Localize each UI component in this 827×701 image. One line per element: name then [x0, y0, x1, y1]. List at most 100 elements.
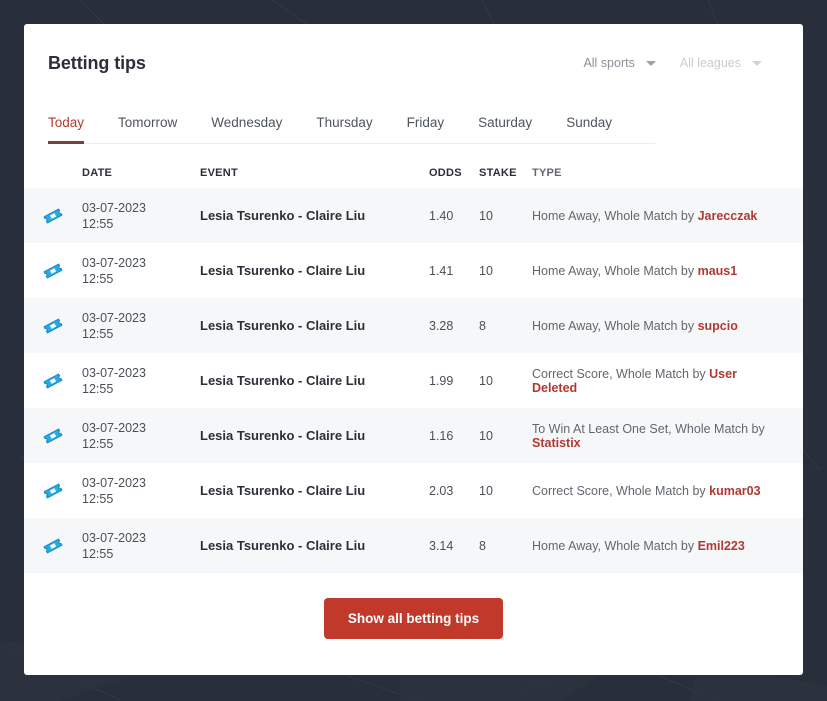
row-tipster-link[interactable]: Statistix	[532, 436, 581, 450]
tab-saturday-label: Saturday	[478, 115, 533, 130]
row-tipster-link[interactable]: kumar03	[709, 484, 760, 498]
row-type: Home Away, Whole Match by Emil223	[532, 539, 779, 553]
row-type-text: Home Away, Whole Match by	[532, 318, 698, 333]
row-type: Correct Score, Whole Match by User Delet…	[532, 367, 779, 395]
tab-saturday[interactable]: Saturday	[478, 103, 532, 144]
tab-today-label: Today	[48, 115, 85, 130]
ticket-icon	[24, 260, 82, 282]
row-time-value: 12:55	[82, 271, 114, 286]
row-time-value: 12:55	[82, 491, 114, 506]
row-time-value: 12:55	[82, 381, 114, 396]
day-tabs-wrapper: Today Tomorrow Wednesday Thursday Friday…	[24, 102, 803, 144]
row-type: To Win At Least One Set, Whole Match by …	[532, 422, 779, 450]
row-type-text: Correct Score, Whole Match by	[532, 483, 710, 498]
ticket-icon-glyph	[43, 318, 63, 333]
row-event[interactable]: Lesia Tsurenko - Claire Liu	[200, 428, 429, 443]
card-footer: Show all betting tips	[24, 573, 803, 639]
row-date-value: 03-07-2023	[82, 200, 146, 215]
row-date: 03-07-2023 12:55	[82, 310, 200, 342]
show-all-betting-tips-button[interactable]: Show all betting tips	[323, 598, 504, 639]
row-tipster-link[interactable]: Jarecczak	[698, 209, 758, 223]
row-stake: 10	[479, 428, 493, 443]
tab-today[interactable]: Today	[48, 103, 85, 144]
row-odds: 2.03	[429, 483, 454, 498]
tab-tomorrow[interactable]: Tomorrow	[118, 103, 177, 144]
filter-all-sports[interactable]: All sports	[583, 56, 656, 70]
table-row[interactable]: 03-07-2023 12:55 Lesia Tsurenko - Claire L…	[24, 243, 803, 298]
row-type-text: Home Away, Whole Match by	[532, 538, 698, 553]
row-date-value: 03-07-2023	[82, 255, 146, 270]
row-event[interactable]: Lesia Tsurenko - Claire Liu	[200, 208, 429, 223]
card-header: Betting tips All sports All leagues	[24, 24, 803, 102]
row-date: 03-07-2023 12:55	[82, 255, 200, 287]
row-type-text: Home Away, Whole Match by	[532, 208, 698, 223]
row-time-value: 12:55	[82, 436, 114, 451]
row-event[interactable]: Lesia Tsurenko - Claire Liu	[200, 373, 429, 388]
tab-friday[interactable]: Friday	[407, 103, 445, 144]
row-type: Home Away, Whole Match by Jarecczak	[532, 209, 779, 223]
column-header-event: EVENT	[200, 167, 238, 179]
table-row[interactable]: 03-07-2023 12:55 Lesia Tsurenko - Claire L…	[24, 298, 803, 353]
row-date-value: 03-07-2023	[82, 365, 146, 380]
row-date-value: 03-07-2023	[82, 310, 146, 325]
row-tipster-link[interactable]: supcio	[698, 319, 738, 333]
betting-tips-table: DATE EVENT ODDS STAKE TYPE 03-07-2023 12:…	[24, 158, 803, 573]
row-stake: 8	[479, 538, 486, 553]
table-header-row: DATE EVENT ODDS STAKE TYPE	[24, 158, 803, 188]
row-event[interactable]: Lesia Tsurenko - Claire Liu	[200, 483, 429, 498]
tab-sunday[interactable]: Sunday	[566, 103, 612, 144]
tab-thursday[interactable]: Thursday	[316, 103, 372, 144]
row-date: 03-07-2023 12:55	[82, 475, 200, 507]
row-odds: 3.28	[429, 318, 454, 333]
row-time-value: 12:55	[82, 546, 114, 561]
row-date-value: 03-07-2023	[82, 475, 146, 490]
tab-thursday-label: Thursday	[316, 115, 373, 130]
row-tipster-link[interactable]: Emil223	[698, 539, 745, 553]
row-stake: 10	[479, 483, 493, 498]
filter-all-leagues-label: All leagues	[679, 56, 741, 70]
ticket-icon-glyph	[43, 538, 63, 553]
row-time-value: 12:55	[82, 326, 114, 341]
ticket-icon	[24, 315, 82, 337]
betting-tips-card: Betting tips All sports All leagues Toda…	[24, 24, 803, 675]
row-odds: 3.14	[429, 538, 454, 553]
table-row[interactable]: 03-07-2023 12:55 Lesia Tsurenko - Claire L…	[24, 188, 803, 243]
row-stake: 8	[479, 318, 486, 333]
row-date-value: 03-07-2023	[82, 530, 146, 545]
page-title: Betting tips	[48, 52, 146, 73]
table-row[interactable]: 03-07-2023 12:55 Lesia Tsurenko - Claire L…	[24, 408, 803, 463]
table-row[interactable]: 03-07-2023 12:55 Lesia Tsurenko - Claire L…	[24, 353, 803, 408]
row-type: Home Away, Whole Match by supcio	[532, 319, 779, 333]
row-odds: 1.40	[429, 208, 454, 223]
row-event[interactable]: Lesia Tsurenko - Claire Liu	[200, 318, 429, 333]
row-stake: 10	[479, 373, 493, 388]
ticket-icon	[24, 205, 82, 227]
row-tipster-link[interactable]: maus1	[698, 264, 738, 278]
filter-group: All sports All leagues	[583, 56, 779, 70]
row-type: Home Away, Whole Match by maus1	[532, 264, 779, 278]
table-body: 03-07-2023 12:55 Lesia Tsurenko - Claire L…	[24, 188, 803, 573]
ticket-icon	[24, 480, 82, 502]
chevron-down-icon	[645, 60, 656, 66]
row-stake: 10	[479, 263, 493, 278]
row-odds: 1.16	[429, 428, 454, 443]
row-time-value: 12:55	[82, 216, 114, 231]
chevron-down-icon	[752, 60, 762, 66]
row-event[interactable]: Lesia Tsurenko - Claire Liu	[200, 538, 429, 553]
row-date: 03-07-2023 12:55	[82, 530, 200, 562]
day-tabs: Today Tomorrow Wednesday Thursday Friday…	[48, 102, 655, 144]
row-stake: 10	[479, 208, 493, 223]
ticket-icon	[24, 425, 82, 447]
table-row[interactable]: 03-07-2023 12:55 Lesia Tsurenko - Claire L…	[24, 463, 803, 518]
tab-tomorrow-label: Tomorrow	[118, 115, 178, 130]
row-odds: 1.41	[429, 263, 454, 278]
ticket-icon-glyph	[43, 483, 63, 498]
row-type-text: To Win At Least One Set, Whole Match by	[532, 421, 765, 436]
ticket-icon	[24, 370, 82, 392]
tab-wednesday[interactable]: Wednesday	[211, 103, 282, 144]
filter-all-leagues[interactable]: All leagues	[680, 56, 762, 70]
row-type-text: Home Away, Whole Match by	[532, 263, 698, 278]
tab-friday-label: Friday	[406, 115, 445, 130]
table-row[interactable]: 03-07-2023 12:55 Lesia Tsurenko - Claire L…	[24, 518, 803, 573]
row-event[interactable]: Lesia Tsurenko - Claire Liu	[200, 263, 429, 278]
